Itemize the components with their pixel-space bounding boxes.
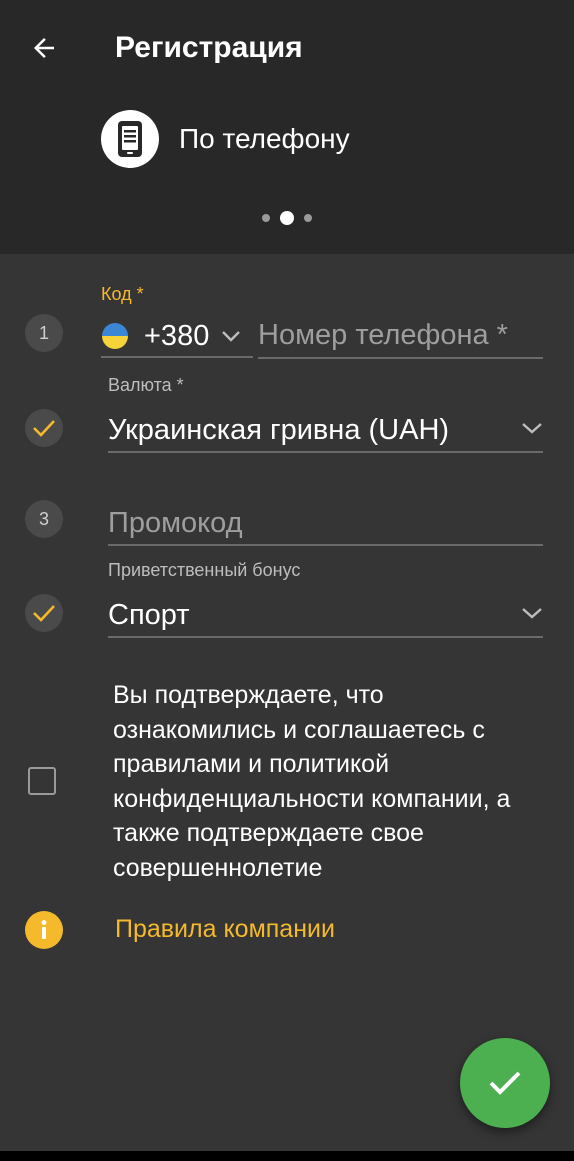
page-dot[interactable] [304, 214, 312, 222]
submit-button[interactable] [460, 1038, 550, 1128]
method-label: По телефону [179, 123, 350, 154]
promo-underline [108, 544, 543, 546]
chevron-down-icon [521, 606, 543, 625]
promo-code-input[interactable] [108, 500, 543, 546]
country-code-select[interactable]: +380 [101, 314, 253, 358]
checkmark-icon [33, 605, 55, 622]
consent-checkbox[interactable] [28, 767, 56, 795]
phone-underline [258, 357, 543, 359]
ukraine-flag-icon [102, 323, 128, 349]
info-icon [25, 911, 63, 949]
check-icon [489, 1071, 521, 1095]
code-label: Код * [101, 284, 144, 304]
currency-value: Украинская гривна (UAH) [108, 413, 450, 446]
back-button[interactable] [22, 26, 66, 70]
step-number-badge: 3 [25, 500, 63, 538]
page-indicator [0, 211, 574, 225]
phone-number-input[interactable] [258, 312, 543, 358]
step-complete-badge [25, 594, 63, 632]
arrow-left-icon [34, 38, 54, 58]
chevron-down-icon [521, 421, 543, 440]
smartphone-icon [101, 110, 159, 168]
consent-text: Вы подтверждаете, что ознакомились и сог… [113, 681, 511, 882]
registration-method[interactable]: По телефону [101, 109, 350, 169]
bonus-label: Приветственный бонус [108, 560, 301, 580]
currency-underline [108, 451, 543, 453]
bonus-select[interactable]: Спорт [108, 592, 543, 638]
step-number-badge: 1 [25, 314, 63, 352]
country-code-value: +380 [144, 319, 210, 352]
bonus-underline [108, 636, 543, 638]
chevron-down-icon [221, 329, 241, 343]
page-dot[interactable] [262, 214, 270, 222]
page-title: Регистрация [115, 31, 303, 64]
checkmark-icon [33, 420, 55, 437]
page-dot-active[interactable] [280, 211, 294, 225]
company-rules-link[interactable]: Правила компании [115, 915, 335, 944]
bonus-value: Спорт [108, 598, 190, 631]
step-complete-badge [25, 409, 63, 447]
app-header: Регистрация По телефону [0, 0, 574, 254]
currency-label: Валюта * [108, 375, 184, 395]
currency-select[interactable]: Украинская гривна (UAH) [108, 407, 543, 453]
system-nav-bar [0, 1151, 574, 1161]
code-underline [101, 356, 253, 358]
